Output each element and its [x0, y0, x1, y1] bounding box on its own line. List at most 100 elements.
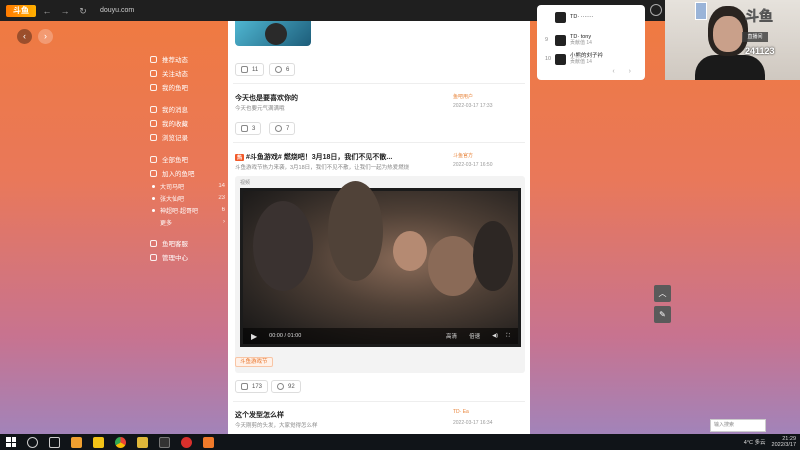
sidebar-item-favorites[interactable]: 我的收藏 — [150, 116, 225, 130]
post-author[interactable]: TD· Ea — [453, 409, 469, 415]
fullscreen-icon[interactable]: ⛶ — [506, 333, 510, 340]
video-card: 视频 ▶ 00:00 / 01:00 高清 倍速 ◀) ⛶ — [235, 176, 525, 373]
post-author[interactable]: 斗鱼官方 — [453, 152, 473, 159]
chrome-icon[interactable] — [115, 436, 126, 448]
sidebar: 推荐动态 关注动态 我的鱼吧 我的消息 我的收藏 浏览记录 全部鱼吧 加入的鱼吧… — [150, 52, 225, 264]
netease-icon[interactable] — [181, 436, 192, 448]
app-icon[interactable] — [159, 436, 170, 448]
edit-post-button[interactable]: ✎ — [654, 306, 671, 323]
post-time: 2022-03-17 16:50 — [453, 162, 493, 168]
douyu-app-icon[interactable] — [203, 436, 214, 448]
avatar — [555, 53, 566, 65]
post-author[interactable]: 鱼吧用户 — [453, 93, 473, 100]
sidebar-item-messages[interactable]: 我的消息 — [150, 102, 225, 116]
ranking-row[interactable]: 9 TD· tony 贡献值 14 — [545, 32, 592, 48]
volume-icon[interactable]: ◀) — [492, 333, 498, 339]
sidebar-item-recommend[interactable]: 推荐动态 — [150, 52, 225, 66]
refresh-icon[interactable]: ↻ — [76, 4, 90, 18]
post-title[interactable]: 今天也是要喜欢你的 — [235, 93, 298, 103]
webcam-overlay: 斗鱼 直播间 241123 — [665, 0, 800, 80]
sidebar-item-service[interactable]: 鱼吧客服 — [150, 236, 225, 250]
sidebar-item-manage[interactable]: 管理中心 — [150, 250, 225, 264]
search-icon[interactable] — [27, 436, 38, 448]
room-number: 241123 — [745, 46, 775, 56]
pager[interactable]: ‹ › — [612, 68, 637, 75]
message-icon — [150, 105, 157, 113]
ranking-panel: TD· ······· 9 TD· tony 贡献值 14 10 小熊的刘子衿 贡献值 … — [537, 5, 645, 80]
thumbs-up-icon — [241, 66, 248, 73]
grid-icon — [150, 155, 157, 163]
speed-button[interactable]: 倍速 — [469, 332, 480, 340]
post-excerpt: 斗鱼游戏节热力来袭，3月18日，我们不见不散，让我们一起为热爱燃烧 — [235, 165, 410, 171]
bar-icon — [150, 83, 157, 91]
video-label: 视频 — [240, 180, 251, 186]
thumbs-up-icon — [241, 383, 248, 390]
page-nav-buttons: ‹ › — [17, 29, 53, 44]
app-icon[interactable] — [93, 436, 104, 448]
post-title[interactable]: 这个发型怎么样 — [235, 410, 284, 420]
back-circle-icon[interactable]: ‹ — [17, 29, 32, 44]
post-time: 2022-03-17 17:33 — [453, 103, 493, 109]
comment-icon — [277, 383, 284, 390]
sidebar-item-all-bars[interactable]: 全部鱼吧 — [150, 152, 225, 166]
search-input[interactable]: 输入搜索 — [710, 419, 766, 432]
sidebar-group-item[interactable]: 神超吧·超哥吧 6 — [150, 204, 225, 216]
forward-icon[interactable]: → — [58, 4, 72, 18]
quality-button[interactable]: 高清 — [446, 332, 457, 340]
stream-logo: 斗鱼 — [745, 8, 774, 25]
comment-button[interactable]: 92 — [271, 380, 301, 393]
video-time: 00:00 / 01:00 — [269, 333, 302, 339]
taskbar: 4°C 多云 21:29 2022/3/17 — [0, 434, 800, 450]
ranking-row[interactable]: TD· ······· — [545, 9, 594, 25]
clock-icon — [150, 133, 157, 141]
comment-icon — [275, 66, 282, 73]
feed: 11 6 今天也是要喜欢你的 今天也要元气满满哦 鱼吧用户 2022-03-17… — [228, 21, 530, 434]
sidebar-item-history[interactable]: 浏览记录 — [150, 130, 225, 144]
clock[interactable]: 21:29 2022/3/17 — [772, 436, 796, 448]
forward-circle-icon[interactable]: › — [38, 29, 53, 44]
sidebar-group-item[interactable]: 大司马吧 14 — [150, 180, 225, 192]
back-icon[interactable]: ← — [40, 4, 54, 18]
folder-icon[interactable] — [137, 436, 148, 448]
like-button[interactable]: 173 — [235, 380, 269, 393]
comment-icon — [275, 125, 282, 132]
post-image[interactable] — [235, 21, 311, 46]
comment-button[interactable]: 6 — [269, 63, 296, 76]
service-icon — [150, 239, 157, 247]
topic-tag[interactable]: 斗鱼游戏节 — [235, 357, 273, 367]
sidebar-item-joined-bars[interactable]: 加入的鱼吧 — [150, 166, 225, 180]
hot-tag: 热 — [235, 153, 245, 161]
post-title[interactable]: 热 #斗鱼游戏# 燃烧吧！3月18日，我们不见不散... — [235, 152, 392, 162]
address-bar[interactable]: douyu.com — [100, 7, 134, 14]
system-tray: 4°C 多云 21:29 2022/3/17 — [744, 436, 796, 448]
back-to-top-button[interactable]: ︿ — [654, 285, 671, 302]
avatar — [555, 34, 566, 46]
history-icon[interactable] — [650, 4, 662, 16]
sidebar-group-item[interactable]: 张大仙吧 23 — [150, 192, 225, 204]
manage-icon — [150, 253, 157, 261]
like-button[interactable]: 3 — [235, 122, 262, 135]
home-icon — [150, 55, 157, 63]
douyu-logo[interactable]: 斗鱼 — [6, 4, 36, 17]
list-icon — [150, 169, 157, 177]
sidebar-item-my-bar[interactable]: 我的鱼吧 — [150, 80, 225, 94]
sidebar-item-follow[interactable]: 关注动态 — [150, 66, 225, 80]
like-button[interactable]: 11 — [235, 63, 265, 76]
comment-button[interactable]: 7 — [269, 122, 296, 135]
stream-box: 直播间 — [742, 32, 768, 42]
sidebar-group-more[interactable]: 更多 › — [150, 216, 225, 228]
avatar — [555, 11, 566, 23]
star-icon — [150, 119, 157, 127]
follow-icon — [150, 69, 157, 77]
weather-text[interactable]: 4°C 多云 — [744, 438, 766, 446]
ranking-row[interactable]: 10 小熊的刘子衿 贡献值 14 — [545, 51, 603, 67]
video-player[interactable]: ▶ 00:00 / 01:00 高清 倍速 ◀) ⛶ — [240, 181, 521, 347]
windows-start-icon[interactable] — [6, 437, 16, 447]
video-controls: ▶ 00:00 / 01:00 高清 倍速 ◀) ⛶ — [243, 328, 518, 344]
play-icon[interactable]: ▶ — [251, 332, 257, 341]
task-view-icon[interactable] — [49, 436, 60, 448]
post-excerpt: 今天刚剪的头发，大家觉得怎么样 — [235, 423, 318, 429]
thumbs-up-icon — [241, 125, 248, 132]
app-icon[interactable] — [71, 436, 82, 448]
post-time: 2022-03-17 16:34 — [453, 420, 493, 426]
